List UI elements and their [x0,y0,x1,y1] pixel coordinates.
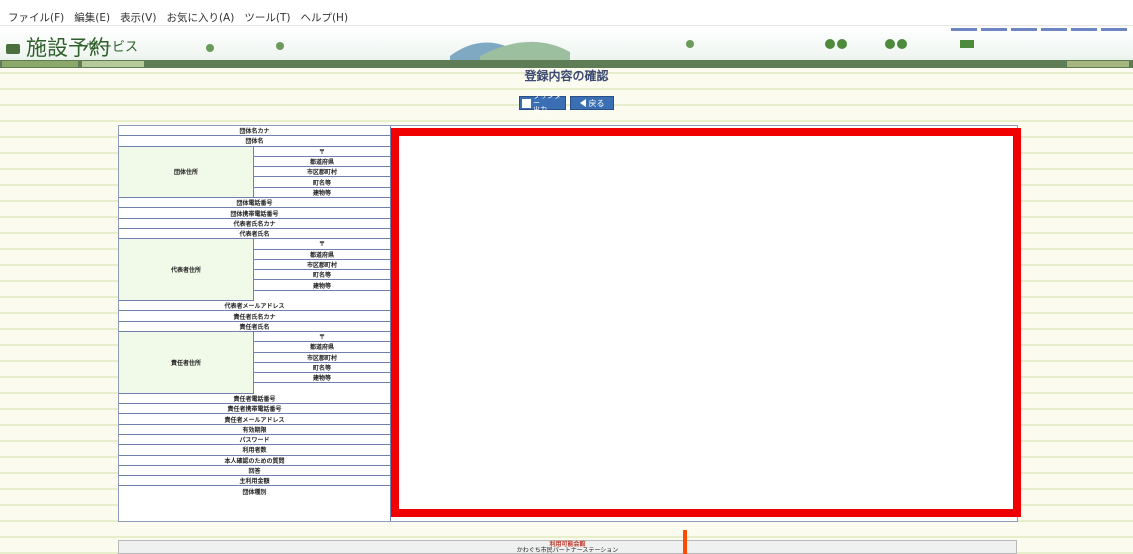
top-nav-link[interactable] [1101,28,1127,31]
sub-label: 都道府県 [254,250,390,260]
field-label: 本人確認のための質問 [119,456,390,466]
sub-label: 建物等 [254,188,390,199]
field-label: 団体携帯電話番号 [119,208,390,219]
field-label: 団体種別 [242,489,267,497]
field-label: 団体名カナ [119,126,390,137]
breadcrumb-pill [82,61,144,67]
breadcrumb-pill [2,61,78,67]
back-button[interactable]: 戻る [570,96,614,110]
field-label: 代表者メールアドレス [119,301,390,312]
banner-stripe [0,60,1133,68]
group-label: 団体住所 [119,146,254,199]
sub-label: 市区郡町村 [254,260,390,271]
top-nav-link[interactable] [1041,28,1067,31]
top-nav-link[interactable] [1011,28,1037,31]
field-label: 責任者氏名 [119,322,390,332]
field-labels-column: 団体名カナ 団体名 団体住所 〒 都道府県 市区郡町村 町名等 建物等 団体電話… [119,126,390,521]
field-label: 責任者メールアドレス [119,414,390,425]
sub-label: 〒 [254,332,390,343]
group-label: 代表者住所 [119,239,254,302]
field-label: 回答 [119,466,390,477]
menu-edit[interactable]: 編集(E) [74,12,110,24]
available-facilities-panel: 利用可能会館 かわぐち市民パートナーステーション [118,540,1017,554]
menu-view[interactable]: 表示(V) [120,12,156,24]
top-nav-links [951,28,1127,31]
field-label: 団体電話番号 [119,198,390,209]
sub-label: 都道府県 [254,342,390,353]
sub-label: 建物等 [254,373,390,384]
field-label: 利用者数 [119,445,390,456]
logout-pill[interactable] [1067,61,1129,67]
sub-label: 建物等 [254,281,390,291]
print-button-label: プリンター 出力 [533,91,561,114]
sub-label: 市区郡町村 [254,167,390,178]
landscape-illustration-icon [206,39,974,60]
page-title: 登録内容の確認 [524,69,609,83]
menu-file[interactable]: ファイル(F) [8,12,64,24]
field-label: 責任者氏名カナ [119,311,390,322]
sub-label: 〒 [254,147,390,157]
sub-label: 都道府県 [254,157,390,168]
top-nav-link[interactable] [1071,28,1097,31]
sub-label: 町名等 [254,270,390,281]
menu-help[interactable]: ヘルプ(H) [300,12,348,24]
logo-sub-text: サービス [86,40,139,55]
field-label: 主利用金額 [119,476,390,487]
menu-tools[interactable]: ツール(T) [244,12,290,24]
print-button[interactable]: プリンター 出力 [519,92,566,113]
field-label: 責任者電話番号 [119,394,390,405]
back-arrow-icon [579,99,586,107]
top-nav-link[interactable] [981,28,1007,31]
sub-label: 〒 [254,239,390,250]
top-nav-link[interactable] [951,28,977,31]
group-label: 責任者住所 [119,332,254,394]
field-label: 責任者携帯電話番号 [119,404,390,415]
footer-facility-name: かわぐち市民パートナーステーション [516,547,619,554]
menu-favorites[interactable]: お気に入り(A) [166,12,234,24]
sub-label: 町名等 [254,178,390,188]
leaf-logo-icon [6,44,20,54]
orange-marker [683,530,687,554]
site-banner: 施設予約 サービス [0,26,1133,68]
field-label: 代表者氏名 [119,229,390,240]
sub-label: 町名等 [254,363,390,374]
field-label: 有効期限 [119,425,390,435]
field-label: パスワード [119,435,390,446]
printer-icon [522,98,531,108]
field-label: 代表者氏名カナ [119,219,390,229]
values-highlight-box [391,128,1021,517]
back-button-label: 戻る [588,99,605,108]
field-label: 団体名 [119,136,390,147]
menu-bar: ファイル(F) 編集(E) 表示(V) お気に入り(A) ツール(T) ヘルプ(… [0,0,1133,26]
sub-label: 市区郡町村 [254,353,390,363]
